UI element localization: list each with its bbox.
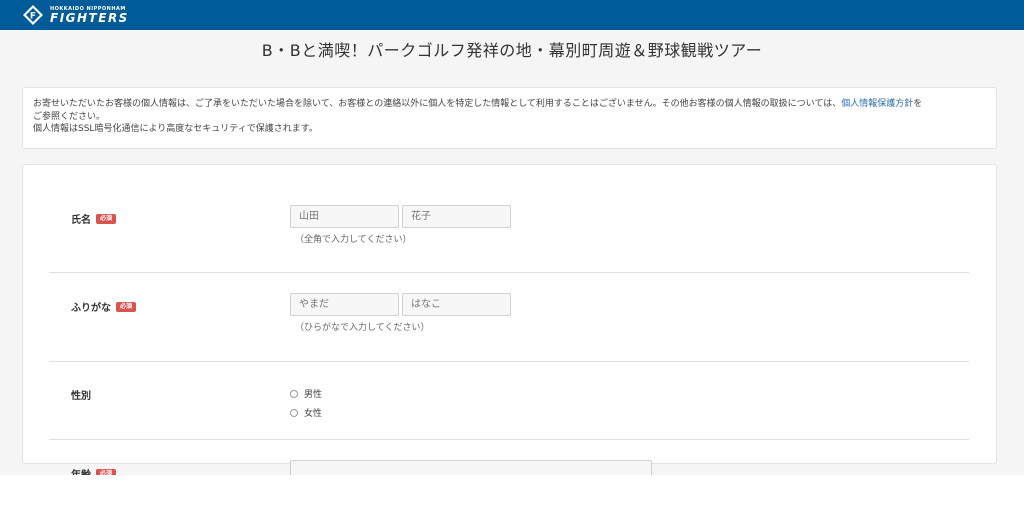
radio-button[interactable]	[290, 389, 298, 398]
divider	[49, 439, 969, 440]
fighters-f-logo-icon: F	[22, 4, 44, 26]
gender-option-male[interactable]: 男性	[290, 387, 322, 400]
gender-label-row: 性別	[71, 387, 91, 402]
bottom-blank-area	[0, 475, 1024, 505]
notice-text-1: お寄せいただいたお客様の個人情報は、ご了承をいただいた場合を除いて、お客様との連…	[33, 99, 842, 109]
name-label: 氏名	[71, 215, 91, 226]
svg-text:F: F	[30, 12, 36, 22]
gender-label: 性別	[71, 391, 91, 402]
notice-line-3: 個人情報はSSL暗号化通信により高度なセキュリティで保護されます。	[33, 124, 318, 134]
first-name-kana-input[interactable]	[402, 293, 511, 316]
gender-option-female[interactable]: 女性	[290, 406, 322, 419]
kana-label: ふりがな	[71, 303, 111, 314]
form-card: 氏名 必須 （全角で入力してください） ふりがな 必須 （ひらがなで入力してくだ…	[22, 164, 997, 483]
divider	[49, 272, 969, 273]
logo-text: HOKKAIDO NIPPONHAM FIGHTERS	[50, 6, 129, 25]
kana-hint: （ひらがなで入力してください）	[295, 323, 430, 333]
privacy-policy-link[interactable]: 個人情報保護方針	[841, 99, 913, 109]
name-label-row: 氏名 必須	[71, 211, 117, 226]
top-header-bar: F HOKKAIDO NIPPONHAM FIGHTERS	[0, 0, 1024, 30]
required-badge: 必須	[116, 301, 137, 312]
fighters-logo[interactable]: F HOKKAIDO NIPPONHAM FIGHTERS	[22, 4, 129, 26]
required-badge: 必須	[96, 213, 117, 224]
last-name-input[interactable]	[290, 205, 399, 228]
notice-line-1: お寄せいただいたお客様の個人情報は、ご了承をいただいた場合を除いて、お客様との連…	[33, 98, 986, 111]
notice-text-1-end: を	[913, 99, 923, 109]
radio-button[interactable]	[290, 408, 298, 417]
logo-big-text: FIGHTERS	[50, 10, 129, 25]
last-name-kana-input[interactable]	[290, 293, 399, 316]
divider	[49, 361, 969, 362]
notice-line-2: ご参照ください。	[33, 111, 106, 122]
name-hint: （全角で入力してください）	[295, 235, 412, 245]
gender-option-label: 女性	[304, 409, 323, 419]
first-name-input[interactable]	[402, 205, 511, 228]
kana-label-row: ふりがな 必須	[71, 299, 137, 314]
page-title: B・Bと満喫！パークゴルフ発祥の地・幕別町周遊＆野球観戦ツアー	[261, 41, 763, 60]
gender-option-label: 男性	[304, 390, 323, 400]
privacy-notice: お寄せいただいたお客様の個人情報は、ご了承をいただいた場合を除いて、お客様との連…	[22, 87, 997, 149]
